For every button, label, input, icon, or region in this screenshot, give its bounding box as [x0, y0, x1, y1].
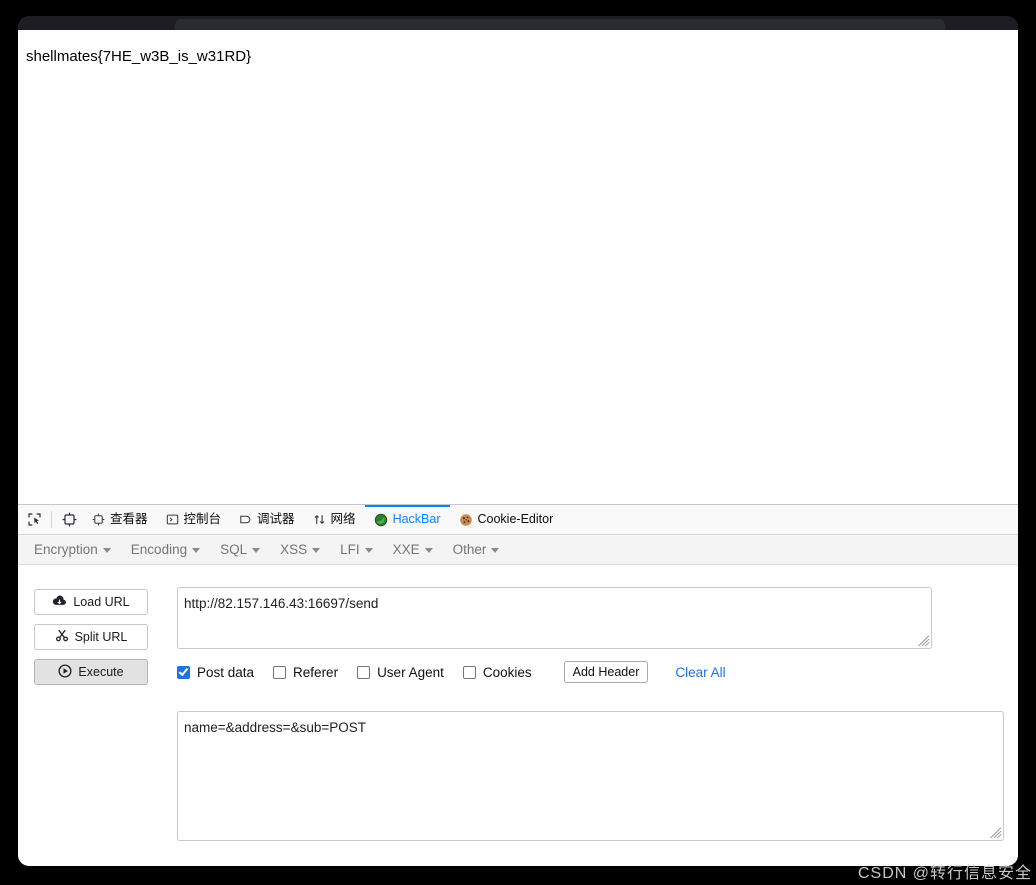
tabbar-divider — [51, 511, 52, 528]
referer-checkbox[interactable]: Referer — [273, 665, 338, 680]
browser-titlebar[interactable] — [18, 16, 1018, 33]
network-arrows-icon — [313, 513, 326, 526]
checkbox-label: Post data — [197, 664, 255, 680]
browser-viewport: shellmates{7HE_w3B_is_w31RD} 查看器 控制台 调试器… — [18, 30, 1018, 866]
post-data-input[interactable]: name=&address=&sub=POST — [177, 711, 1004, 841]
tab-cookie-editor[interactable]: Cookie-Editor — [450, 505, 563, 534]
url-input[interactable]: http://82.157.146.43:16697/send — [177, 587, 932, 649]
checkbox-box — [357, 665, 371, 679]
user-agent-checkbox[interactable]: User Agent — [357, 665, 444, 680]
url-resize-handle[interactable] — [917, 634, 930, 647]
menu-sql[interactable]: SQL — [220, 542, 261, 557]
load-url-button[interactable]: Load URL — [34, 589, 148, 615]
scissors-icon — [55, 629, 69, 645]
hackbar-menubar: Encryption Encoding SQL XSS LFI XXE Othe… — [18, 535, 1018, 565]
chevron-down-icon — [312, 548, 321, 553]
screenshot-root: shellmates{7HE_w3B_is_w31RD} 查看器 控制台 调试器… — [0, 0, 1036, 885]
clear-all-link[interactable]: Clear All — [675, 665, 725, 680]
hackbar-action-buttons: Load URL Split URL Execute — [34, 589, 148, 685]
tab-network[interactable]: 网络 — [304, 505, 365, 534]
chevron-down-icon — [192, 548, 201, 553]
chevron-down-icon — [102, 548, 111, 553]
button-label: Execute — [78, 665, 124, 679]
console-icon — [166, 513, 179, 526]
csdn-watermark: CSDN @转行信息安全 — [857, 865, 1032, 882]
menu-label: XXE — [392, 542, 420, 557]
menu-encoding[interactable]: Encoding — [130, 542, 201, 557]
button-label: Add Header — [572, 665, 640, 679]
menu-other[interactable]: Other — [453, 542, 500, 557]
box-icon — [92, 513, 105, 526]
post-data-resize-handle[interactable] — [989, 826, 1002, 839]
post-data-value: name=&address=&sub=POST — [184, 720, 366, 735]
hackbar-body: Load URL Split URL Execute http://82.157… — [18, 565, 1018, 865]
inspector-target-icon[interactable] — [55, 505, 83, 534]
tab-label: 网络 — [330, 512, 356, 526]
link-label: Clear All — [675, 664, 726, 680]
tab-label: 控制台 — [183, 512, 222, 526]
checkbox-label: Referer — [293, 664, 339, 680]
web-page-content: shellmates{7HE_w3B_is_w31RD} — [18, 30, 1018, 504]
menu-xxe[interactable]: XXE — [393, 542, 433, 557]
add-header-button[interactable]: Add Header — [563, 661, 649, 683]
browser-window: shellmates{7HE_w3B_is_w31RD} 查看器 控制台 调试器… — [18, 16, 1018, 866]
chevron-down-icon — [252, 548, 261, 553]
tab-label: 调试器 — [257, 512, 295, 526]
devtools-panel: 查看器 控制台 调试器 网络 HackBar Cookie-Editor Enc… — [18, 504, 1018, 866]
sidebar-item-inspector[interactable]: 查看器 — [83, 505, 157, 534]
picker-icon[interactable] — [20, 505, 48, 534]
execute-button[interactable]: Execute — [34, 659, 148, 685]
tab-label: Cookie-Editor — [477, 512, 554, 526]
flag-text: shellmates{7HE_w3B_is_w31RD} — [26, 48, 252, 65]
menu-label: Encoding — [130, 542, 188, 557]
menu-lfi[interactable]: LFI — [340, 542, 373, 557]
button-label: Load URL — [73, 595, 130, 609]
menu-label: XSS — [280, 542, 308, 557]
button-label: Split URL — [74, 630, 128, 644]
menu-xss[interactable]: XSS — [280, 542, 321, 557]
chevron-down-icon — [491, 548, 500, 553]
tab-debugger[interactable]: 调试器 — [230, 505, 304, 534]
chevron-down-icon — [424, 548, 433, 553]
tab-console[interactable]: 控制台 — [157, 505, 231, 534]
checkbox-box — [462, 665, 476, 679]
checkbox-label: User Agent — [377, 664, 444, 680]
menu-label: LFI — [340, 542, 360, 557]
cookies-checkbox[interactable]: Cookies — [462, 664, 532, 680]
checkbox-box — [273, 665, 287, 679]
tab-label: 查看器 — [110, 512, 148, 526]
cloud-download-icon — [52, 595, 67, 610]
chevron-down-icon — [364, 548, 373, 553]
cookie-icon — [459, 513, 473, 527]
hackbar-options-row: Post data Referer User Agent Cookies Add… — [177, 661, 726, 683]
green-globe-icon — [374, 513, 388, 527]
menu-encryption[interactable]: Encryption — [34, 542, 111, 557]
debugger-icon — [239, 513, 252, 526]
tab-hackbar[interactable]: HackBar — [364, 505, 450, 534]
url-input-value: http://82.157.146.43:16697/send — [184, 596, 379, 611]
checkbox-box — [177, 665, 190, 679]
play-circle-icon — [58, 663, 72, 681]
menu-label: Other — [452, 542, 487, 557]
post-data-checkbox[interactable]: Post data — [177, 665, 254, 680]
menu-label: Encryption — [34, 542, 98, 557]
tab-label: HackBar — [392, 512, 441, 526]
checkbox-label: Cookies — [482, 664, 532, 680]
devtools-tabbar: 查看器 控制台 调试器 网络 HackBar Cookie-Editor — [18, 505, 1018, 535]
split-url-button[interactable]: Split URL — [34, 624, 148, 650]
menu-label: SQL — [220, 542, 248, 557]
